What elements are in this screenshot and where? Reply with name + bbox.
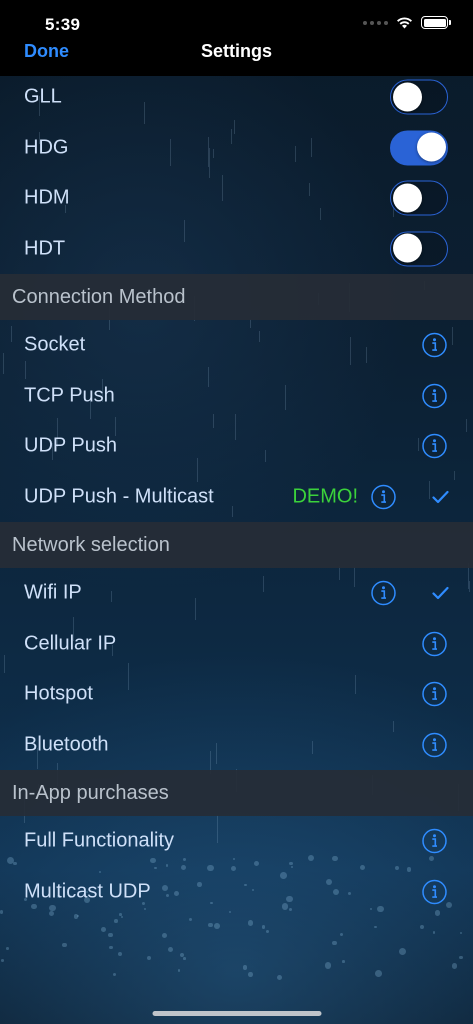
info-icon[interactable]: [422, 333, 447, 358]
water-droplet: [189, 917, 193, 921]
setting-row-gll: GLL: [0, 72, 473, 123]
water-droplet: [162, 932, 168, 938]
section-header-in-app-purchases: In-App purchases: [0, 770, 473, 816]
list-item-udp-push-multicast[interactable]: UDP Push - Multicast DEMO!: [0, 472, 473, 523]
info-icon[interactable]: [422, 829, 447, 854]
list-item-wifi-ip[interactable]: Wifi IP: [0, 568, 473, 619]
cellular-signal-icon: [363, 20, 388, 25]
item-label: UDP Push - Multicast: [24, 485, 214, 508]
item-label: Hotspot: [24, 682, 93, 705]
toggle-switch[interactable]: [390, 231, 448, 267]
list-item-hotspot[interactable]: Hotspot: [0, 669, 473, 720]
item-label: Multicast UDP: [24, 880, 151, 903]
list-item-full-functionality[interactable]: Full Functionality: [0, 816, 473, 867]
navigation-bar: 5:39 Done Settings: [0, 0, 473, 76]
list-item-socket[interactable]: Socket: [0, 320, 473, 371]
toggle-switch[interactable]: [390, 79, 448, 115]
water-droplet: [451, 963, 457, 969]
water-droplet: [324, 962, 332, 969]
water-droplet: [146, 956, 151, 961]
checkmark-icon: [432, 490, 449, 503]
water-droplet: [247, 919, 254, 926]
water-droplet: [398, 947, 406, 955]
water-droplet: [432, 931, 436, 935]
water-droplet: [113, 972, 117, 976]
item-label: UDP Push: [24, 434, 118, 457]
info-icon[interactable]: [422, 879, 447, 904]
water-droplet: [1, 959, 5, 962]
info-icon[interactable]: [422, 631, 447, 656]
section-header-connection-method: Connection Method: [0, 274, 473, 320]
water-droplet: [118, 951, 123, 956]
list-item-multicast-udp[interactable]: Multicast UDP: [0, 867, 473, 918]
water-droplet: [214, 923, 221, 929]
water-droplet: [420, 925, 425, 930]
info-icon[interactable]: [422, 732, 447, 757]
water-droplet: [101, 927, 106, 933]
settings-list: GLL HDG HDM HDT Connection Method Socket…: [0, 72, 473, 917]
setting-row-hdt: HDT: [0, 224, 473, 275]
info-icon[interactable]: [422, 383, 447, 408]
toggle-switch[interactable]: [390, 130, 448, 166]
list-item-bluetooth[interactable]: Bluetooth: [0, 720, 473, 771]
water-droplet: [180, 952, 185, 957]
water-droplet: [6, 947, 9, 950]
water-droplet: [331, 940, 337, 946]
water-droplet: [375, 970, 383, 978]
item-label: Wifi IP: [24, 581, 82, 604]
toggle-switch[interactable]: [390, 180, 448, 216]
water-droplet: [261, 924, 266, 929]
water-droplet: [183, 957, 186, 960]
water-droplet: [276, 974, 283, 981]
info-icon[interactable]: [371, 581, 396, 606]
section-title: Connection Method: [12, 285, 186, 308]
wifi-icon: [397, 17, 412, 29]
setting-row-hdm: HDM: [0, 173, 473, 224]
water-droplet: [62, 942, 67, 948]
item-label: Socket: [24, 333, 86, 356]
setting-label: HDG: [24, 136, 69, 159]
item-label: Full Functionality: [24, 829, 175, 852]
water-droplet: [208, 922, 213, 928]
section-header-network-selection: Network selection: [0, 522, 473, 568]
water-droplet: [339, 933, 343, 937]
info-icon[interactable]: [422, 682, 447, 707]
battery-icon: [421, 16, 451, 29]
water-droplet: [242, 965, 248, 970]
item-label: TCP Push: [24, 384, 115, 407]
item-label: Bluetooth: [24, 733, 109, 756]
checkmark-icon: [432, 587, 449, 600]
list-item-cellular-ip[interactable]: Cellular IP: [0, 619, 473, 670]
water-droplet: [459, 955, 464, 960]
list-item-tcp-push[interactable]: TCP Push: [0, 371, 473, 422]
status-icons: [363, 16, 451, 29]
water-droplet: [114, 919, 118, 923]
water-droplet: [459, 931, 462, 934]
setting-label: HDT: [24, 237, 66, 260]
water-droplet: [108, 932, 113, 937]
water-droplet: [108, 945, 113, 950]
water-droplet: [342, 960, 345, 963]
setting-row-hdg: HDG: [0, 123, 473, 174]
info-icon[interactable]: [422, 434, 447, 459]
setting-label: GLL: [24, 85, 62, 108]
item-label: Cellular IP: [24, 632, 117, 655]
water-droplet: [265, 930, 269, 934]
list-item-udp-push[interactable]: UDP Push: [0, 421, 473, 472]
water-droplet: [374, 925, 377, 929]
done-button[interactable]: Done: [24, 41, 69, 62]
page-title: Settings: [200, 41, 272, 61]
setting-label: HDM: [24, 186, 70, 209]
info-icon[interactable]: [371, 484, 396, 509]
demo-badge: DEMO!: [292, 485, 358, 508]
water-droplet: [167, 946, 174, 952]
section-title: In-App purchases: [12, 781, 169, 804]
status-time: 5:39: [45, 15, 81, 34]
home-indicator[interactable]: [152, 1011, 321, 1016]
section-title: Network selection: [12, 533, 170, 556]
water-droplet: [177, 969, 181, 972]
water-droplet: [248, 971, 253, 977]
